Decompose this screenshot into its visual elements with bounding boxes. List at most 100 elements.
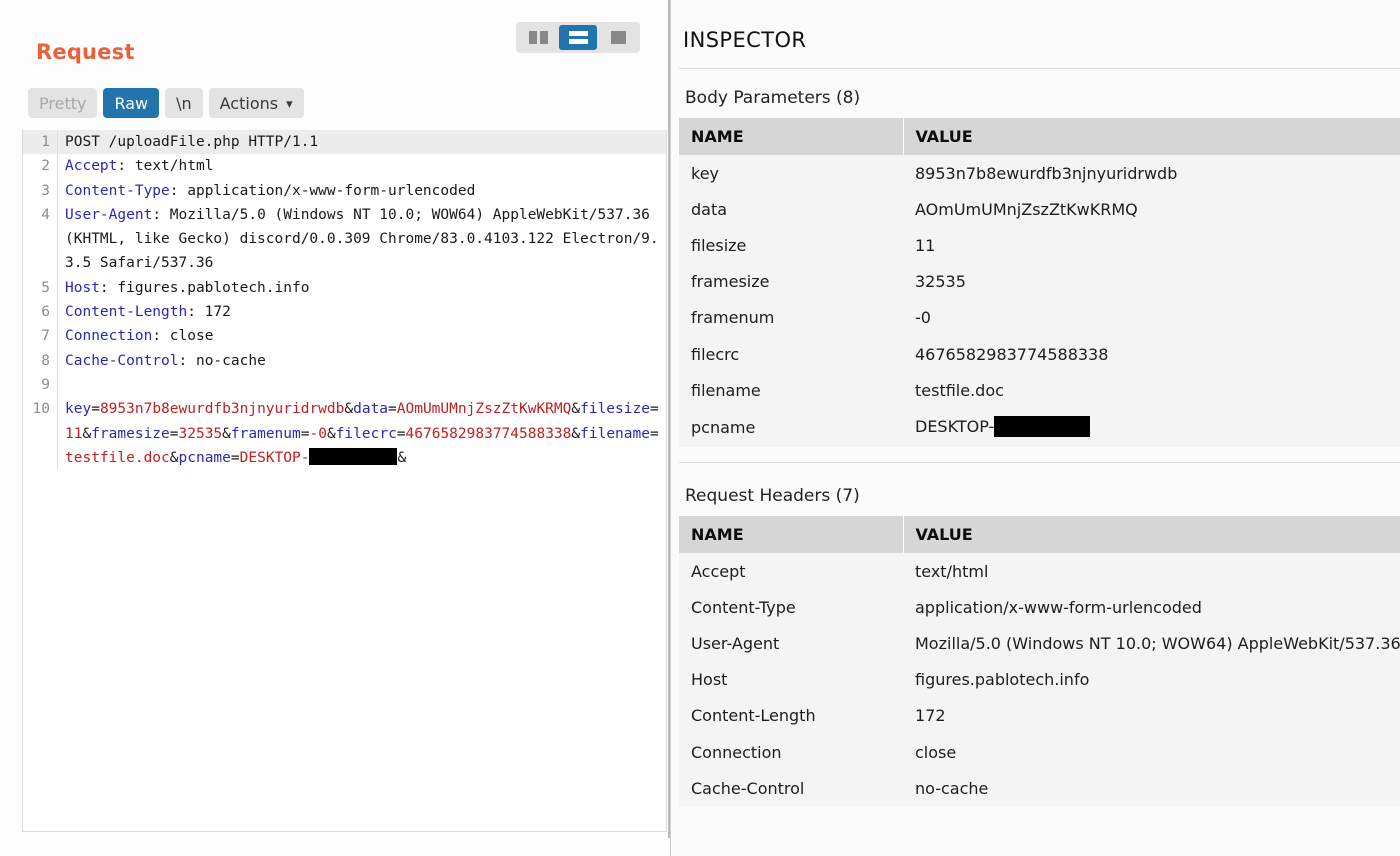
table-row[interactable]: Connectionclose <box>679 734 1400 770</box>
cell-name: Content-Type <box>679 589 903 625</box>
equals-sign: = <box>170 426 179 442</box>
cell-value: AOmUmUMnjZszZtKwKRMQ <box>903 191 1400 227</box>
layout-toggle-group[interactable] <box>516 22 640 53</box>
cell-value: testfile.doc <box>903 372 1400 408</box>
body-param-value: 8953n7b8ewurdfb3njnyuridrwdb <box>100 401 344 417</box>
tab-raw[interactable]: Raw <box>103 88 159 118</box>
header-value: text/html <box>126 158 213 174</box>
line-number: 4 <box>23 203 57 276</box>
line-number: 9 <box>23 373 57 397</box>
cell-name: framesize <box>679 264 903 300</box>
colon: : <box>179 353 188 369</box>
body-parameters-table: NAME VALUE key8953n7b8ewurdfb3njnyuridrw… <box>679 118 1400 447</box>
body-param-value: AOmUmUMnjZszZtKwKRMQ <box>397 401 572 417</box>
line-content: Connection: close <box>57 324 666 348</box>
body-param-name: framesize <box>91 426 170 442</box>
code-line: 8Cache-Control: no-cache <box>23 349 666 373</box>
ampersand: & <box>397 450 406 466</box>
redaction-block <box>994 416 1090 437</box>
cell-value: -0 <box>903 300 1400 336</box>
ampersand: & <box>222 426 231 442</box>
body-param-name: key <box>65 401 91 417</box>
line-content: Accept: text/html <box>57 154 666 178</box>
line-content: Content-Length: 172 <box>57 300 666 324</box>
redaction-block <box>309 448 397 465</box>
column-header-name: NAME <box>679 118 903 155</box>
cell-value: application/x-www-form-urlencoded <box>903 589 1400 625</box>
line-number: 2 <box>23 154 57 178</box>
burp-request-inspector: Request Pretty Raw \n Actions ▾ 1POST /u… <box>0 0 1400 856</box>
cell-name: framenum <box>679 300 903 336</box>
cell-name: Connection <box>679 734 903 770</box>
equals-sign: = <box>397 426 406 442</box>
request-headers-table: NAME VALUE Accepttext/htmlContent-Typeap… <box>679 516 1400 806</box>
editor-tabbar: Pretty Raw \n Actions ▾ <box>28 88 304 118</box>
cell-value: Mozilla/5.0 (Windows NT 10.0; WOW64) App… <box>903 625 1400 661</box>
cell-value: 8953n7b8ewurdfb3njnyuridrwdb <box>903 155 1400 191</box>
body-param-value: testfile.doc <box>65 450 170 466</box>
line-number: 10 <box>23 397 57 470</box>
raw-request-editor[interactable]: 1POST /uploadFile.php HTTP/1.12Accept: t… <box>22 130 667 832</box>
layout-single-pane-button[interactable] <box>599 25 637 50</box>
code-line: 7Connection: close <box>23 324 666 348</box>
cell-name: data <box>679 191 903 227</box>
column-header-value: VALUE <box>903 118 1400 155</box>
cell-name: filename <box>679 372 903 408</box>
split-vertical-icon <box>529 31 548 44</box>
split-horizontal-icon <box>569 31 588 44</box>
line-content: Content-Type: application/x-www-form-url… <box>57 179 666 203</box>
table-header-row: NAME VALUE <box>679 516 1400 553</box>
tab-pretty[interactable]: Pretty <box>28 88 97 118</box>
header-value: close <box>161 328 213 344</box>
request-headers-section: Request Headers (7) NAME VALUE Accepttex… <box>679 486 1400 806</box>
line-number: 6 <box>23 300 57 324</box>
body-param-value: 4676582983774588338 <box>406 426 572 442</box>
chevron-down-icon: ▾ <box>286 98 293 111</box>
header-name: Accept <box>65 158 117 174</box>
header-name: User-Agent <box>65 207 152 223</box>
colon: : <box>100 280 109 296</box>
layout-split-horizontal-button[interactable] <box>559 25 597 50</box>
table-row[interactable]: framenum-0 <box>679 300 1400 336</box>
equals-sign: = <box>231 450 240 466</box>
line-content: Host: figures.pablotech.info <box>57 276 666 300</box>
colon: : <box>117 158 126 174</box>
table-row[interactable]: Accepttext/html <box>679 553 1400 589</box>
line-content <box>57 373 666 397</box>
table-row[interactable]: Cache-Controlno-cache <box>679 770 1400 806</box>
actions-dropdown-button[interactable]: Actions ▾ <box>209 88 304 118</box>
table-row[interactable]: key8953n7b8ewurdfb3njnyuridrwdb <box>679 155 1400 191</box>
ampersand: & <box>327 426 336 442</box>
layout-split-vertical-button[interactable] <box>519 25 557 50</box>
table-row[interactable]: filesize11 <box>679 227 1400 263</box>
body-parameters-section: Body Parameters (8) NAME VALUE key8953n7… <box>679 88 1400 447</box>
table-row[interactable]: filenametestfile.doc <box>679 372 1400 408</box>
inspector-divider <box>679 68 1400 69</box>
header-name: Cache-Control <box>65 353 179 369</box>
equals-sign: = <box>650 401 659 417</box>
body-param-value: DESKTOP- <box>240 450 310 466</box>
header-value: no-cache <box>187 353 266 369</box>
table-row[interactable]: filecrc4676582983774588338 <box>679 336 1400 372</box>
table-row[interactable]: dataAOmUmUMnjZszZtKwKRMQ <box>679 191 1400 227</box>
body-param-name: filecrc <box>336 426 397 442</box>
cell-name: Host <box>679 662 903 698</box>
code-line: 2Accept: text/html <box>23 154 666 178</box>
inspector-title: INSPECTOR <box>683 28 806 52</box>
cell-value: DESKTOP- <box>903 408 1400 446</box>
table-row[interactable]: User-AgentMozilla/5.0 (Windows NT 10.0; … <box>679 625 1400 661</box>
ampersand: & <box>344 401 353 417</box>
tab-newline[interactable]: \n <box>165 88 203 118</box>
table-row[interactable]: Content-Length172 <box>679 698 1400 734</box>
cell-name: filesize <box>679 227 903 263</box>
cell-value: no-cache <box>903 770 1400 806</box>
table-row[interactable]: framesize32535 <box>679 264 1400 300</box>
page-title: Request <box>36 40 135 64</box>
ampersand: & <box>170 450 179 466</box>
table-row[interactable]: Content-Typeapplication/x-www-form-urlen… <box>679 589 1400 625</box>
line-content: User-Agent: Mozilla/5.0 (Windows NT 10.0… <box>57 203 666 276</box>
table-row[interactable]: Hostfigures.pablotech.info <box>679 662 1400 698</box>
body-param-name: pcname <box>179 450 231 466</box>
table-row[interactable]: pcnameDESKTOP- <box>679 408 1400 446</box>
cell-value: 4676582983774588338 <box>903 336 1400 372</box>
